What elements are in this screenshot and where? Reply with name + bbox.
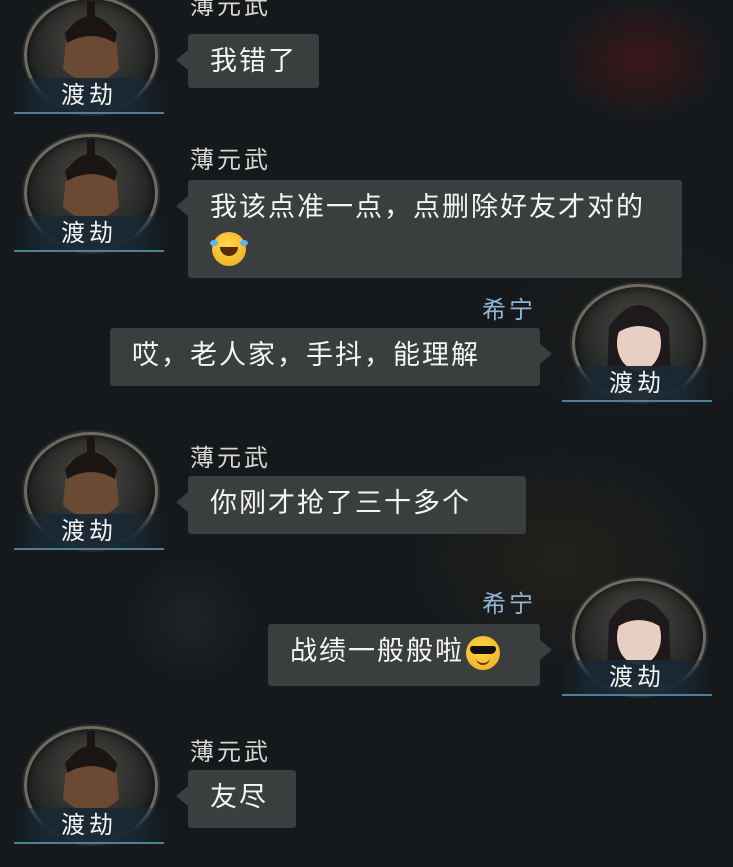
avatar-rank-label: 渡劫	[14, 78, 164, 114]
avatar-rank-label: 渡劫	[562, 366, 712, 402]
avatar[interactable]: 渡劫	[562, 578, 712, 698]
message-bubble[interactable]: 哎，老人家，手抖，能理解	[110, 328, 552, 386]
message-bubble[interactable]: 友尽	[176, 770, 296, 828]
message-text: 你刚才抢了三十多个	[210, 488, 471, 519]
message-bubble[interactable]: 你刚才抢了三十多个	[176, 476, 526, 534]
avatar[interactable]: 渡劫	[562, 284, 712, 404]
message-text: 战绩一般般啦	[290, 636, 464, 667]
message-text: 我该点准一点，点删除好友才对的	[210, 192, 645, 223]
avatar-rank-label: 渡劫	[562, 660, 712, 696]
message-bubble[interactable]: 战绩一般般啦	[268, 624, 552, 686]
avatar[interactable]: 渡劫	[14, 432, 164, 552]
sender-name: 希宁	[482, 296, 536, 324]
sunglasses-emoji-icon	[466, 635, 500, 670]
background-decoration	[540, 10, 720, 90]
message-text: 我错了	[210, 46, 297, 77]
message-text: 友尽	[210, 782, 268, 813]
sender-name: 薄元武	[190, 0, 271, 20]
avatar[interactable]: 渡劫	[14, 726, 164, 846]
message-text: 哎，老人家，手抖，能理解	[132, 340, 480, 371]
message-bubble[interactable]: 我该点准一点，点删除好友才对的	[176, 180, 682, 278]
avatar[interactable]: 渡劫	[14, 134, 164, 254]
sender-name: 薄元武	[190, 738, 271, 766]
avatar-rank-label: 渡劫	[14, 216, 164, 252]
sender-name: 希宁	[482, 590, 536, 618]
laughing-emoji-icon	[210, 231, 246, 266]
avatar[interactable]: 渡劫	[14, 0, 164, 116]
avatar-rank-label: 渡劫	[14, 808, 164, 844]
sender-name: 薄元武	[190, 146, 271, 174]
avatar-rank-label: 渡劫	[14, 514, 164, 550]
sender-name: 薄元武	[190, 444, 271, 472]
message-bubble[interactable]: 我错了	[176, 34, 319, 88]
